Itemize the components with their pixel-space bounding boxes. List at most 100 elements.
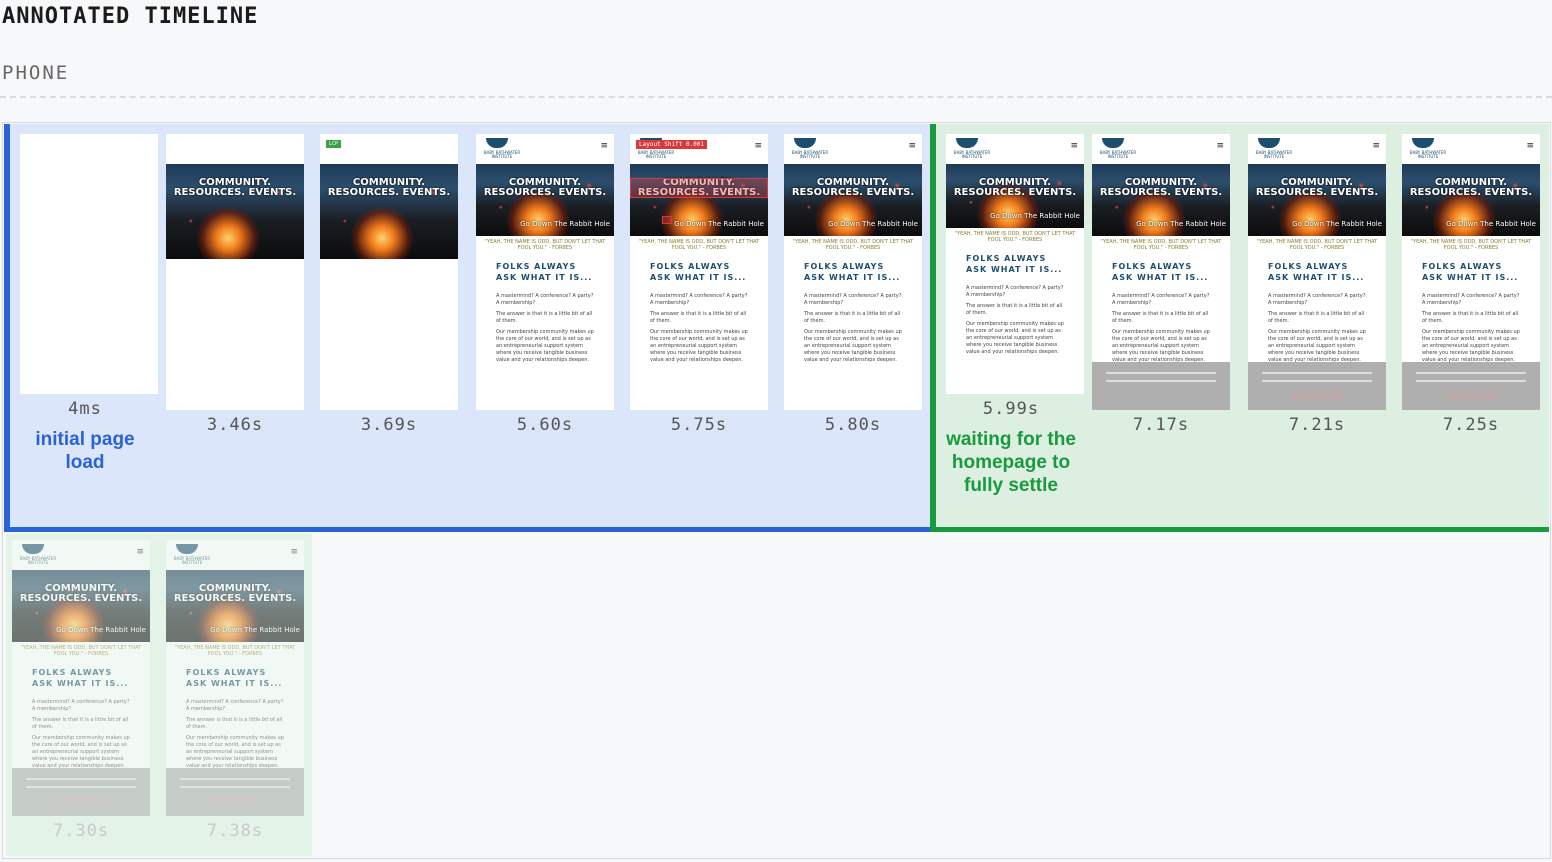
hero-heading: COMMUNITY. RESOURCES. EVENTS. (173, 583, 297, 604)
body-text: A mastermind? A conference? A party? A m… (496, 293, 594, 306)
cookie-banner (1402, 362, 1540, 410)
frame-time: 5.75s (670, 415, 728, 435)
hero-heading: COMMUNITY. RESOURCES. EVENTS. (19, 583, 143, 604)
hero-sub: Go Down The Rabbit Hole (1446, 220, 1536, 228)
quote: "YEAH, THE NAME IS ODD, BUT DON'T LET TH… (1256, 239, 1378, 251)
body-text: The answer is that it is a little bit of… (32, 717, 129, 730)
hero-image: COMMUNITY. RESOURCES. EVENTS. Go Down The… (1402, 164, 1540, 236)
frame-time: 7.38s (206, 821, 264, 841)
body-text: The answer is that it is a little bit of… (804, 311, 901, 324)
cookie-banner (166, 768, 304, 816)
body-text: The answer is that it is a little bit of… (1422, 311, 1519, 324)
menu-icon: ≡ (1216, 141, 1224, 151)
body-text: The answer is that it is a little bit of… (966, 303, 1063, 316)
ask-heading: FOLKS ALWAYS ASK WHAT IT IS... (496, 262, 593, 282)
body-text: A mastermind? A conference? A party? A m… (650, 293, 748, 306)
hero-heading: COMMUNITY. RESOURCES. EVENTS. (1255, 177, 1379, 198)
cookie-banner (1248, 362, 1386, 410)
frame-7.21s[interactable]: BABY BATHWATER INSTITUTE ≡ COMMUNITY. RES… (1248, 134, 1386, 410)
menu-icon: ≡ (1372, 141, 1380, 151)
ask-heading: FOLKS ALWAYS ASK WHAT IT IS... (32, 668, 129, 688)
quote: "YEAH, THE NAME IS ODD, BUT DON'T LET TH… (954, 231, 1076, 243)
bathtub-logo-icon (794, 138, 816, 148)
frame-5.99s[interactable]: BABY BATHWATER INSTITUTE ≡ COMMUNITY. RES… (946, 134, 1084, 394)
frame-time: 3.69s (360, 415, 418, 435)
quote: "YEAH, THE NAME IS ODD, BUT DON'T LET TH… (174, 645, 296, 657)
body-text: A mastermind? A conference? A party? A m… (32, 699, 130, 712)
menu-icon: ≡ (1526, 141, 1534, 151)
site-logo-text: BABY BATHWATER INSTITUTE (1409, 150, 1447, 159)
frame-5.80s[interactable]: BABY BATHWATER INSTITUTE ≡ COMMUNITY. RES… (784, 134, 922, 410)
body-text: The answer is that it is a little bit of… (1112, 311, 1209, 324)
page-title: ANNOTATED TIMELINE (2, 4, 259, 29)
quote: "YEAH, THE NAME IS ODD, BUT DON'T LET TH… (792, 239, 914, 251)
hero-heading: COMMUNITY. RESOURCES. EVENTS. (1099, 177, 1223, 198)
frame-5.75s[interactable]: BABY BATHWATER INSTITUTE ≡ COMMUNITY. RES… (630, 134, 768, 410)
hero-sub: Go Down The Rabbit Hole (828, 220, 918, 228)
frame-7.38s[interactable]: BABY BATHWATER INSTITUTE ≡ COMMUNITY. RES… (166, 540, 304, 816)
frame-7.17s[interactable]: BABY BATHWATER INSTITUTE ≡ COMMUNITY. RES… (1092, 134, 1230, 410)
frame-time: 3.46s (206, 415, 264, 435)
device-label: PHONE (2, 62, 70, 84)
site-logo-text: BABY BATHWATER INSTITUTE (953, 150, 991, 159)
frame-3.46s[interactable]: COMMUNITY. RESOURCES. EVENTS. (166, 134, 304, 410)
body-text: The answer is that it is a little bit of… (1268, 311, 1365, 324)
annotation-settle: waiting for the homepage to fully settle (946, 429, 1076, 496)
frame-5.60s[interactable]: BABY BATHWATER INSTITUTE ≡ COMMUNITY. RES… (476, 134, 614, 410)
body-text: Our membership community makes up the co… (1268, 329, 1366, 363)
body-text: Our membership community makes up the co… (804, 329, 902, 363)
frame-7.25s[interactable]: BABY BATHWATER INSTITUTE ≡ COMMUNITY. RES… (1402, 134, 1540, 410)
hero-heading: COMMUNITY. RESOURCES. EVENTS. (791, 177, 915, 198)
frame-3.69s[interactable]: LCP COMMUNITY. RESOURCES. EVENTS. (320, 134, 458, 410)
hero-heading: COMMUNITY. RESOURCES. EVENTS. (327, 177, 451, 198)
ask-heading: FOLKS ALWAYS ASK WHAT IT IS... (1422, 262, 1519, 282)
hero-image: COMMUNITY. RESOURCES. EVENTS. Go Down The… (476, 164, 614, 236)
menu-icon: ≡ (136, 547, 144, 557)
frame-time: 5.80s (824, 415, 882, 435)
hero-sub: Go Down The Rabbit Hole (674, 220, 764, 228)
hero-sub: Go Down The Rabbit Hole (56, 626, 146, 634)
frame-time: 5.99s (982, 399, 1040, 419)
ask-heading: FOLKS ALWAYS ASK WHAT IT IS... (1268, 262, 1365, 282)
site-logo-text: BABY BATHWATER INSTITUTE (19, 556, 57, 565)
hero-heading: COMMUNITY. RESOURCES. EVENTS. (483, 177, 607, 198)
quote: "YEAH, THE NAME IS ODD, BUT DON'T LET TH… (484, 239, 606, 251)
ask-heading: FOLKS ALWAYS ASK WHAT IT IS... (966, 254, 1063, 274)
menu-icon: ≡ (1070, 141, 1078, 151)
annotation-initial-load: initial page load (35, 429, 135, 473)
quote: "YEAH, THE NAME IS ODD, BUT DON'T LET TH… (638, 239, 760, 251)
bathtub-logo-icon (956, 138, 978, 148)
frame-time: 7.30s (52, 821, 110, 841)
frame-time: 7.17s (1132, 415, 1190, 435)
bathtub-logo-icon (1258, 138, 1280, 148)
ask-heading: FOLKS ALWAYS ASK WHAT IT IS... (186, 668, 283, 688)
bathtub-logo-icon (176, 544, 198, 554)
ask-heading: FOLKS ALWAYS ASK WHAT IT IS... (1112, 262, 1209, 282)
menu-icon: ≡ (290, 547, 298, 557)
body-text: A mastermind? A conference? A party? A m… (186, 699, 284, 712)
hero-heading: COMMUNITY. RESOURCES. EVENTS. (173, 177, 297, 198)
body-text: A mastermind? A conference? A party? A m… (1112, 293, 1210, 306)
body-text: The answer is that it is a little bit of… (650, 311, 747, 324)
site-logo-text: BABY BATHWATER INSTITUTE (791, 150, 829, 159)
cookie-banner (1092, 362, 1230, 410)
bathtub-logo-icon (1412, 138, 1434, 148)
quote: "YEAH, THE NAME IS ODD, BUT DON'T LET TH… (1410, 239, 1532, 251)
hero-image: COMMUNITY. RESOURCES. EVENTS. Go Down The… (1248, 164, 1386, 236)
body-text: Our membership community makes up the co… (186, 735, 284, 769)
frame-4ms[interactable] (20, 134, 158, 394)
bathtub-logo-icon (486, 138, 508, 148)
hero-sub: Go Down The Rabbit Hole (990, 212, 1080, 220)
hero-sub: Go Down The Rabbit Hole (1136, 220, 1226, 228)
hero-heading: COMMUNITY. RESOURCES. EVENTS. (1409, 177, 1533, 198)
hero-image: COMMUNITY. RESOURCES. EVENTS. Go Down The… (784, 164, 922, 236)
hero-sub: Go Down The Rabbit Hole (520, 220, 610, 228)
quote: "YEAH, THE NAME IS ODD, BUT DON'T LET TH… (20, 645, 142, 657)
body-text: Our membership community makes up the co… (32, 735, 130, 769)
body-text: A mastermind? A conference? A party? A m… (1422, 293, 1520, 306)
body-text: Our membership community makes up the co… (496, 329, 594, 363)
body-text: Our membership community makes up the co… (1112, 329, 1210, 363)
frame-7.30s[interactable]: BABY BATHWATER INSTITUTE ≡ COMMUNITY. RES… (12, 540, 150, 816)
hero-image: COMMUNITY. RESOURCES. EVENTS. (166, 164, 304, 259)
hero-image: COMMUNITY. RESOURCES. EVENTS. Go Down The… (12, 570, 150, 642)
